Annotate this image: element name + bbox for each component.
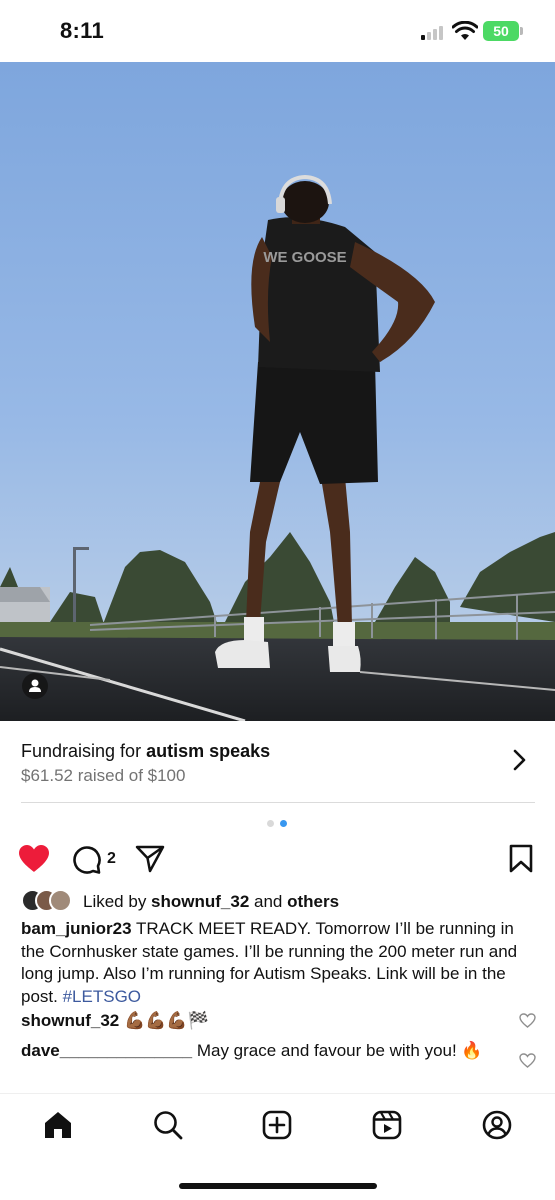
comment-item: dave______________ May grace and favour … <box>21 1040 511 1062</box>
battery-icon: 50 <box>483 21 519 41</box>
comment-text: May grace and favour be with you! 🔥 <box>192 1041 483 1060</box>
shirt-print: WE GOOSE <box>263 249 346 266</box>
post-photo[interactable]: WE GOOSE <box>0 62 555 721</box>
comment-like-icon[interactable] <box>519 1013 536 1028</box>
post-caption: bam_junior23 TRACK MEET READY. Tomorrow … <box>21 918 536 1008</box>
home-indicator <box>179 1183 377 1189</box>
fundraiser-cause: autism speaks <box>146 741 271 761</box>
fundraiser-title: Fundraising for autism speaks <box>21 741 271 761</box>
bookmark-icon[interactable] <box>509 844 533 873</box>
comment-like-icon[interactable] <box>519 1053 536 1068</box>
status-bar: 8:11 50 <box>0 0 555 62</box>
fundraiser-banner[interactable]: Fundraising for autism speaks $61.52 rai… <box>0 721 555 803</box>
create-post-icon[interactable] <box>262 1110 292 1140</box>
chevron-right-icon <box>513 749 526 771</box>
avatar <box>49 889 72 912</box>
carousel-dot-active <box>280 820 287 827</box>
reels-icon[interactable] <box>372 1110 402 1140</box>
comment-text: 💪🏾💪🏾💪🏾🏁 <box>119 1011 209 1030</box>
comment-username[interactable]: dave______________ <box>21 1041 192 1060</box>
comment-icon[interactable] <box>72 845 101 874</box>
battery-tip <box>520 27 523 35</box>
carousel-dot <box>267 820 274 827</box>
comment-count: 2 <box>107 850 116 867</box>
likes-others[interactable]: others <box>287 892 339 911</box>
like-heart-icon[interactable] <box>18 844 50 873</box>
divider <box>21 802 535 803</box>
comment-item: shownuf_32 💪🏾💪🏾💪🏾🏁 <box>21 1010 511 1032</box>
person-tag-icon[interactable] <box>22 673 48 699</box>
caption-username[interactable]: bam_junior23 <box>21 919 132 938</box>
home-icon[interactable] <box>43 1110 73 1140</box>
comment-username[interactable]: shownuf_32 <box>21 1011 119 1030</box>
status-time: 8:11 <box>60 18 105 43</box>
fundraiser-progress: $61.52 raised of $100 <box>21 766 186 785</box>
profile-icon[interactable] <box>482 1110 512 1140</box>
hashtag-link[interactable]: #LETSGO <box>63 987 141 1006</box>
likes-text: Liked by shownuf_32 and others <box>83 892 340 911</box>
likes-user[interactable]: shownuf_32 <box>151 892 249 911</box>
search-icon[interactable] <box>153 1110 183 1140</box>
share-icon[interactable] <box>135 845 165 873</box>
wifi-icon <box>452 21 478 40</box>
cellular-signal-icon <box>421 26 445 40</box>
